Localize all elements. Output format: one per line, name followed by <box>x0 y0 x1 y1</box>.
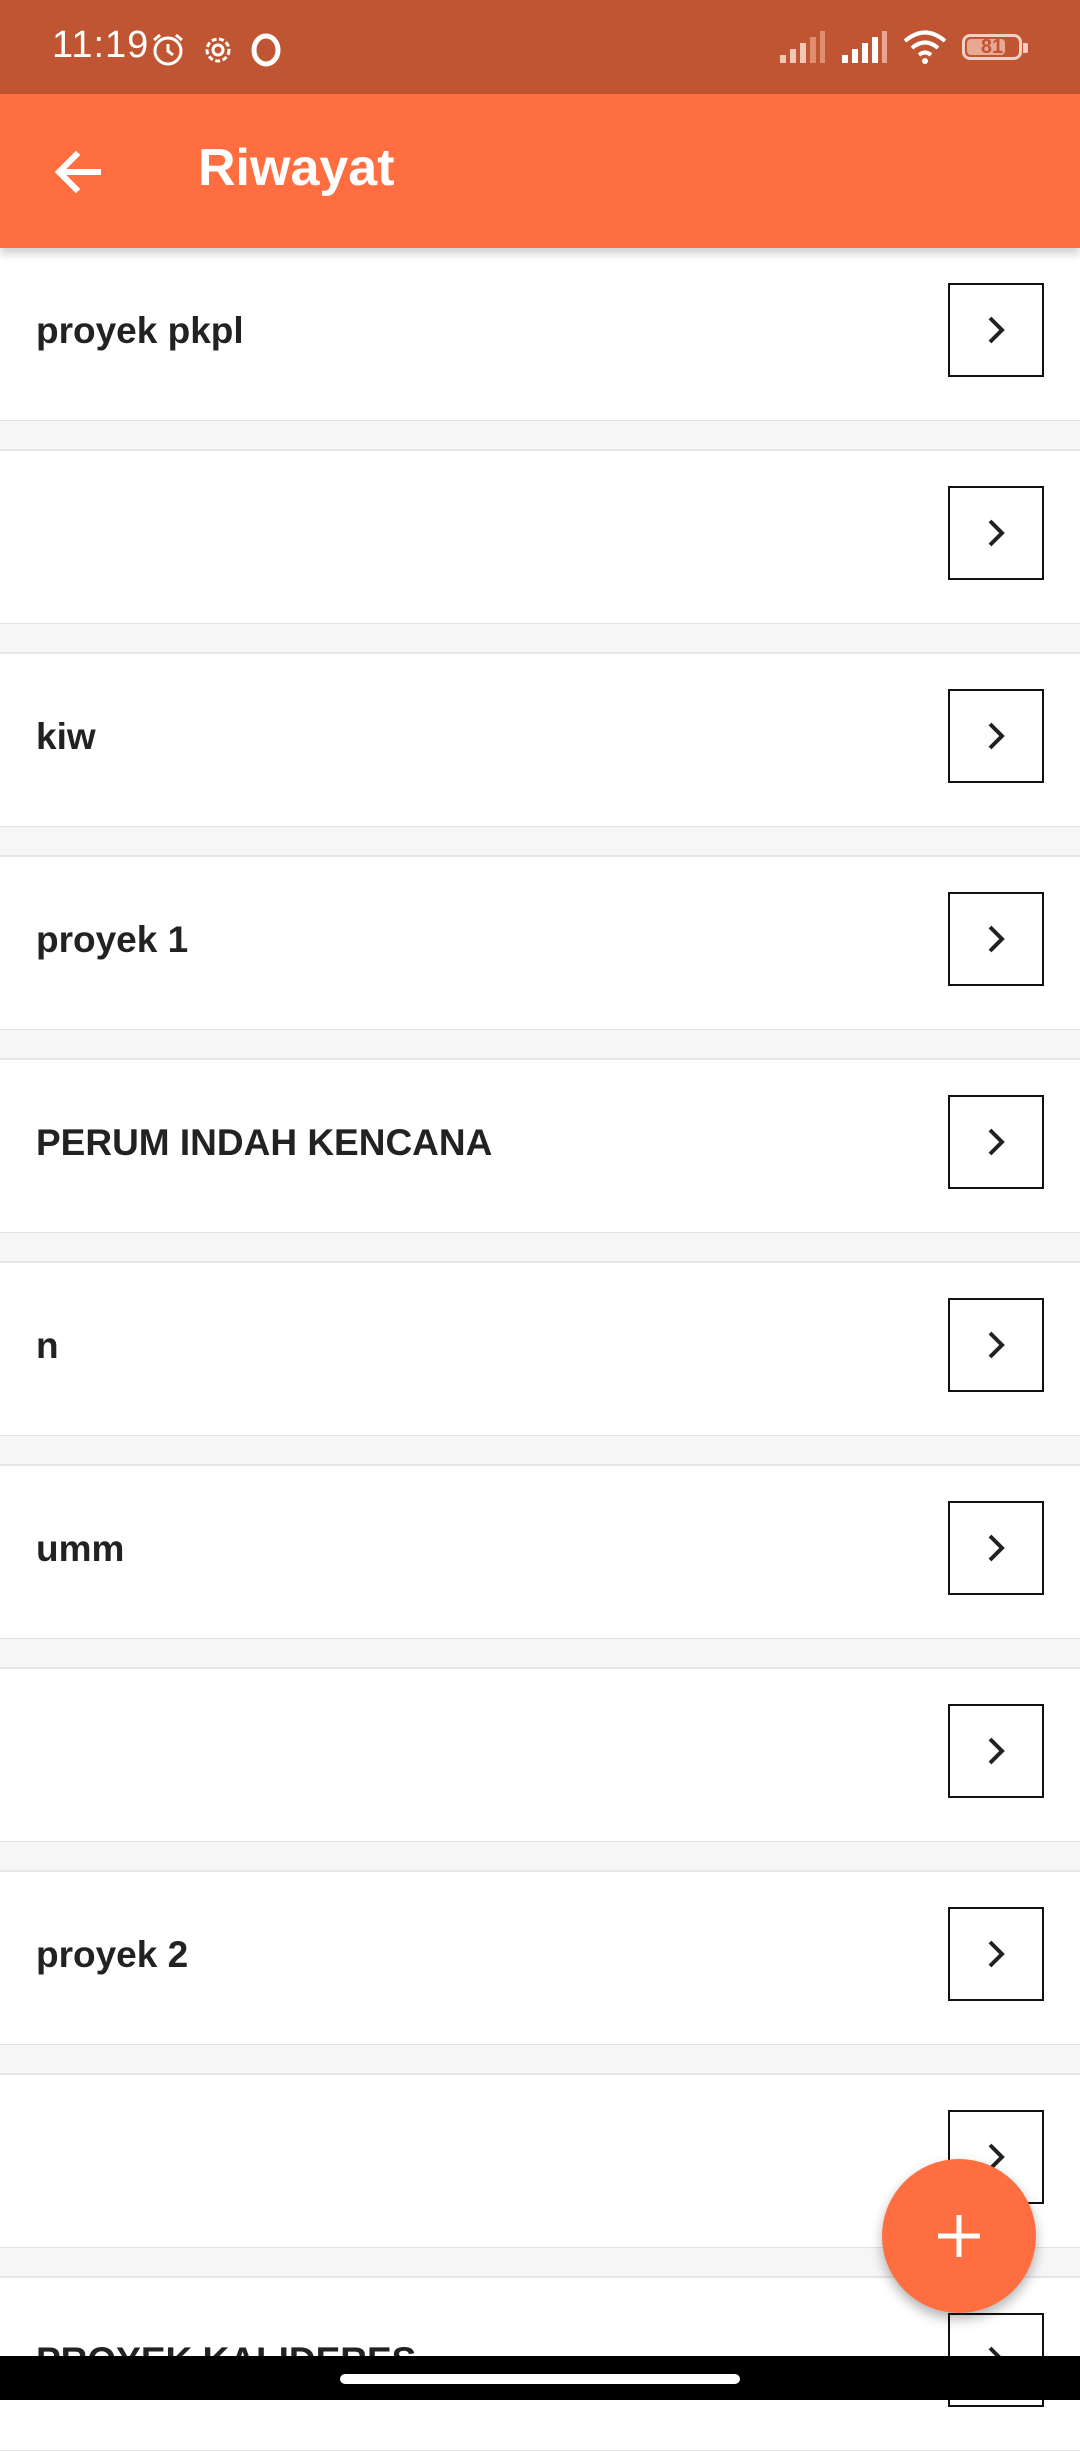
opera-icon <box>251 33 281 67</box>
status-time: 11:19 <box>52 24 150 66</box>
list-item[interactable]: PERUM INDAH KENCANA <box>0 1060 1080 1233</box>
plus-icon <box>938 2215 980 2257</box>
chevron-right-icon <box>988 316 1005 344</box>
add-project-button[interactable] <box>882 2159 1036 2313</box>
divider <box>0 1030 1080 1060</box>
signal-icon <box>780 31 825 63</box>
open-detail-button[interactable] <box>948 1907 1044 2001</box>
divider <box>0 421 1080 451</box>
chevron-right-icon <box>988 1534 1005 1562</box>
divider <box>0 1233 1080 1263</box>
divider <box>0 827 1080 857</box>
chevron-right-icon <box>988 519 1005 547</box>
settings-icon <box>205 37 231 63</box>
list-item-label: proyek pkpl <box>36 310 244 351</box>
alarm-icon <box>153 33 183 66</box>
list-item-label: proyek 2 <box>36 1934 189 1975</box>
divider <box>0 2045 1080 2075</box>
open-detail-button[interactable] <box>948 1704 1044 1798</box>
status-left-icons <box>150 32 282 68</box>
list-item[interactable]: n <box>0 1263 1080 1436</box>
list-item[interactable]: proyek 2 <box>0 1872 1080 2045</box>
history-list: proyek pkpl kiw proyek 1 PERUM INDAH KEN… <box>0 248 1080 2451</box>
chevron-right-icon <box>988 1940 1005 1968</box>
open-detail-button[interactable] <box>948 1298 1044 1392</box>
list-item-label: proyek 1 <box>36 919 189 960</box>
app-bar: Riwayat <box>0 94 1080 248</box>
battery-icon: 81 <box>962 34 1028 60</box>
open-detail-button[interactable] <box>948 283 1044 377</box>
list-item[interactable] <box>0 451 1080 624</box>
arrow-left-icon[interactable] <box>48 142 108 202</box>
signal-icon <box>842 31 887 63</box>
open-detail-button[interactable] <box>948 689 1044 783</box>
status-right-icons: 81 <box>778 30 1028 64</box>
wifi-icon <box>903 30 947 64</box>
open-detail-button[interactable] <box>948 1501 1044 1595</box>
divider <box>0 1436 1080 1466</box>
battery-level: 81 <box>980 35 1004 58</box>
home-handle[interactable] <box>340 2374 740 2384</box>
chevron-right-icon <box>988 1128 1005 1156</box>
chevron-right-icon <box>988 1331 1005 1359</box>
list-item-label: n <box>36 1325 59 1366</box>
list-item-label: PERUM INDAH KENCANA <box>36 1122 493 1163</box>
list-item-label: kiw <box>36 716 96 757</box>
chevron-right-icon <box>988 1737 1005 1765</box>
list-item[interactable]: umm <box>0 1466 1080 1639</box>
open-detail-button[interactable] <box>948 1095 1044 1189</box>
open-detail-button[interactable] <box>948 892 1044 986</box>
list-item[interactable] <box>0 1669 1080 1842</box>
gesture-bar <box>0 2356 1080 2400</box>
list-item[interactable]: proyek pkpl <box>0 248 1080 421</box>
chevron-right-icon <box>988 925 1005 953</box>
list-item[interactable]: kiw <box>0 654 1080 827</box>
status-bar: 11:19 81 <box>0 0 1080 94</box>
divider <box>0 1639 1080 1669</box>
divider <box>0 624 1080 654</box>
list-item-label: umm <box>36 1528 125 1569</box>
page-title: Riwayat <box>198 139 395 197</box>
list-item[interactable]: proyek 1 <box>0 857 1080 1030</box>
open-detail-button[interactable] <box>948 486 1044 580</box>
chevron-right-icon <box>988 722 1005 750</box>
divider <box>0 1842 1080 1872</box>
